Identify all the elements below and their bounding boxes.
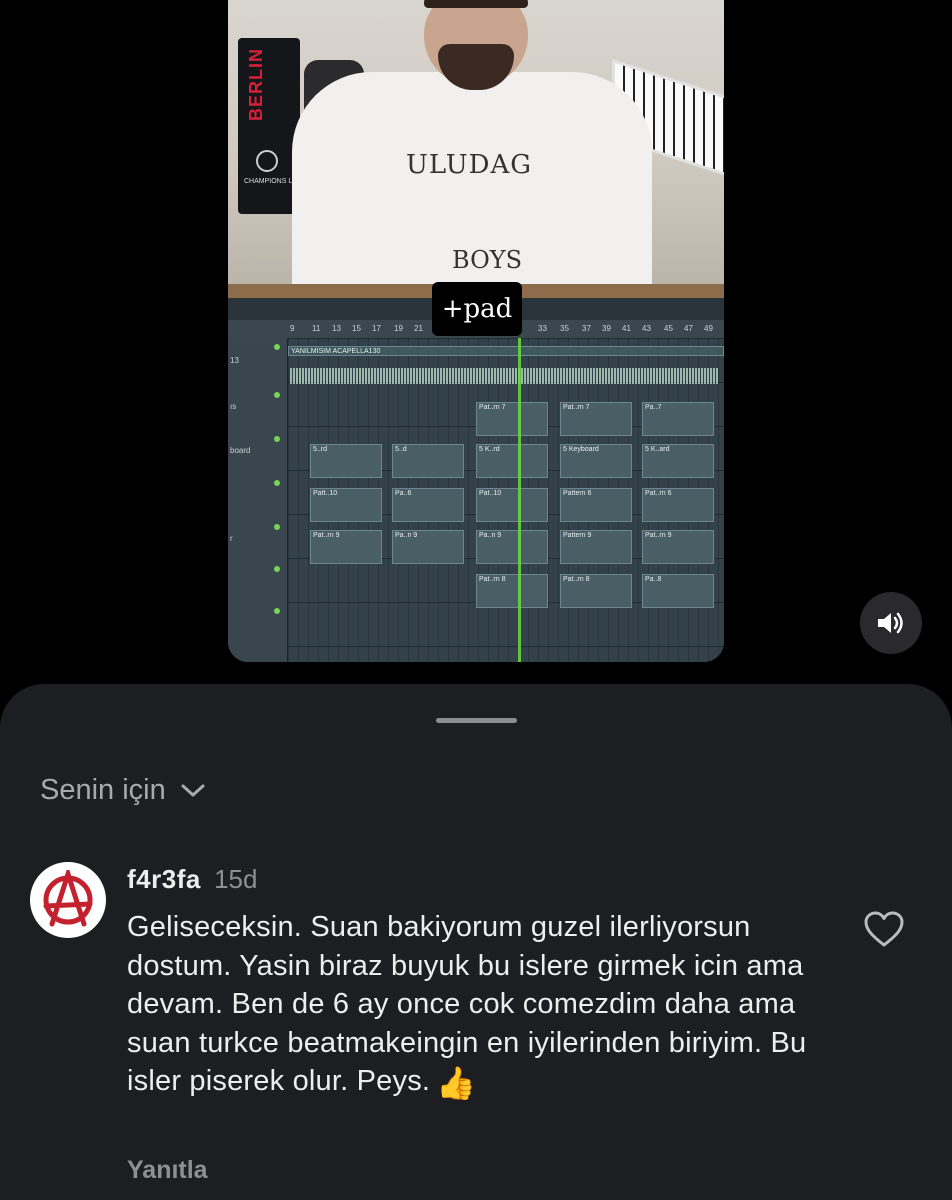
pattern-clip: Pattern 6 xyxy=(560,488,632,522)
track-mute-indicator[interactable] xyxy=(274,524,280,530)
track-label: ıs xyxy=(230,402,237,411)
pattern-clip: 5 Keyboard xyxy=(560,444,632,478)
track-mute-indicator[interactable] xyxy=(274,566,280,572)
video-player[interactable]: BERLIN CHAMPIONS LEAGUE ULUDAG BOYS 9 11 1… xyxy=(228,0,724,662)
pattern-clip: Pattern 9 xyxy=(560,530,632,564)
ruler-tick-label: 49 xyxy=(704,324,713,333)
reply-button[interactable]: Yanıtla xyxy=(127,1156,208,1185)
ruler-tick-label: 45 xyxy=(664,324,673,333)
comments-filter-dropdown[interactable]: Senin için xyxy=(40,774,206,807)
track-mute-indicator[interactable] xyxy=(274,344,280,350)
ruler-tick-label: 15 xyxy=(352,324,361,333)
ruler-tick-label: 9 xyxy=(290,324,295,333)
daw-playlist: 9 11 13 15 17 19 21 33 35 37 39 41 43 45 47 49 13 ıs boar… xyxy=(228,298,724,662)
pattern-clip: 5..d xyxy=(392,444,464,478)
thumbs-up-emoji: 👍 xyxy=(436,1065,477,1102)
pattern-clip: 5 K..ard xyxy=(642,444,714,478)
shirt-text-bottom: BOYS xyxy=(452,246,523,274)
comment-meta: f4r3fa 15d xyxy=(127,864,257,895)
audio-waveform xyxy=(290,368,718,384)
ruler-tick-label: 47 xyxy=(684,324,693,333)
audio-clip-label: YANILMISIM ACAPELLA130 xyxy=(288,346,724,356)
pattern-clip: Pat..rn 9 xyxy=(310,530,382,564)
scarf-text: BERLIN xyxy=(246,48,266,121)
daw-grid: YANILMISIM ACAPELLA130 Pat..rn 7 Pat..rn … xyxy=(288,338,724,662)
track-label: 13 xyxy=(230,356,239,365)
heart-icon[interactable] xyxy=(863,910,905,948)
filter-label: Senin için xyxy=(40,774,166,806)
track-label: board xyxy=(230,446,251,455)
track-mute-indicator[interactable] xyxy=(274,480,280,486)
pattern-clip: Patt..10 xyxy=(310,488,382,522)
video-webcam-frame: BERLIN CHAMPIONS LEAGUE ULUDAG BOYS xyxy=(228,0,724,298)
speaker-icon xyxy=(878,612,903,634)
ruler-tick-label: 39 xyxy=(602,324,611,333)
pattern-clip: Pa..n 9 xyxy=(476,530,548,564)
comments-sheet: Senin için f4r3fa 15d Geliseceksin. Suan… xyxy=(0,684,952,1200)
shirt-text-top: ULUDAG xyxy=(406,150,533,180)
mute-toggle-button[interactable] xyxy=(860,592,922,654)
daw-playhead xyxy=(518,338,521,662)
pattern-clip: Pat..rn 6 xyxy=(642,488,714,522)
daw-track-headers: 13 ıs board r xyxy=(228,338,288,662)
ruler-tick-label: 17 xyxy=(372,324,381,333)
chevron-down-icon xyxy=(181,784,205,796)
ruler-tick-label: 21 xyxy=(414,324,423,333)
ruler-tick-label: 35 xyxy=(560,324,569,333)
pattern-clip: 5..rd xyxy=(310,444,382,478)
comment-avatar[interactable] xyxy=(30,862,106,938)
ruler-tick-label: 33 xyxy=(538,324,547,333)
track-mute-indicator[interactable] xyxy=(274,392,280,398)
pattern-clip: Pat..rn 7 xyxy=(476,402,548,436)
champions-league-logo xyxy=(256,150,278,172)
pattern-clip: Pat..rn 8 xyxy=(560,574,632,608)
ruler-tick-label: 43 xyxy=(642,324,651,333)
ruler-tick-label: 11 xyxy=(312,324,321,333)
pattern-clip: Pa..8 xyxy=(642,574,714,608)
ruler-tick-label: 19 xyxy=(394,324,403,333)
track-mute-indicator[interactable] xyxy=(274,436,280,442)
pattern-clip: Pat..rn 9 xyxy=(642,530,714,564)
track-label: r xyxy=(230,534,233,543)
pattern-clip: Pat..rn 8 xyxy=(476,574,548,608)
pattern-clip: Pat..10 xyxy=(476,488,548,522)
ruler-tick-label: 13 xyxy=(332,324,341,333)
pattern-clip: Pa..6 xyxy=(392,488,464,522)
person-hair xyxy=(424,0,528,8)
sheet-drag-handle[interactable] xyxy=(436,718,517,723)
track-mute-indicator[interactable] xyxy=(274,608,280,614)
comment-timestamp: 15d xyxy=(214,864,258,894)
pattern-clip: 5 K..rd xyxy=(476,444,548,478)
comment-username[interactable]: f4r3fa xyxy=(127,864,201,894)
ruler-tick-label: 41 xyxy=(622,324,631,333)
pattern-clip: Pat..rn 7 xyxy=(560,402,632,436)
anarchy-symbol-icon xyxy=(43,870,93,927)
ruler-tick-label: 37 xyxy=(582,324,591,333)
video-overlay-caption: +pad xyxy=(432,282,522,336)
pattern-clip: Pa..n 9 xyxy=(392,530,464,564)
pattern-clip: Pa..7 xyxy=(642,402,714,436)
comment-body: Geliseceksin. Suan bakiyorum guzel ilerl… xyxy=(127,908,827,1103)
